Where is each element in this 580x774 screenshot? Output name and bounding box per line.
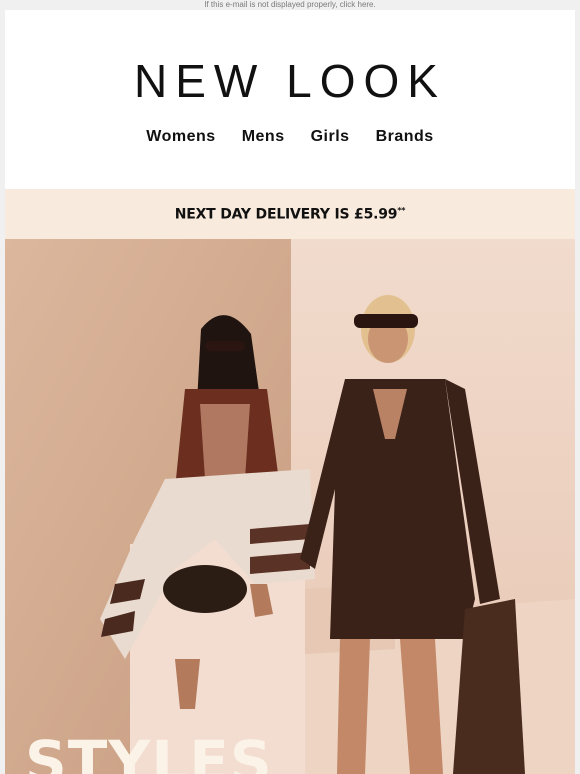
main-nav: Womens Mens Girls Brands <box>5 128 575 146</box>
nav-item-brands[interactable]: Brands <box>376 128 434 146</box>
delivery-banner-text: NEXT DAY DELIVERY IS £5.99** <box>174 205 406 223</box>
nav-item-girls[interactable]: Girls <box>311 128 350 146</box>
hero-headline: STYLES <box>25 728 273 774</box>
nav-item-womens[interactable]: Womens <box>146 128 215 146</box>
delivery-banner[interactable]: NEXT DAY DELIVERY IS £5.99** <box>5 189 575 239</box>
preheader-link[interactable]: If this e-mail is not displayed properly… <box>0 0 580 10</box>
nav-item-mens[interactable]: Mens <box>242 128 285 146</box>
brand-logo[interactable]: NEW LOOK <box>5 58 575 104</box>
email-body: NEW LOOK Womens Mens Girls Brands NEXT D… <box>5 10 575 774</box>
hero-photo <box>5 239 575 774</box>
hero-image[interactable]: STYLES <box>5 239 575 774</box>
